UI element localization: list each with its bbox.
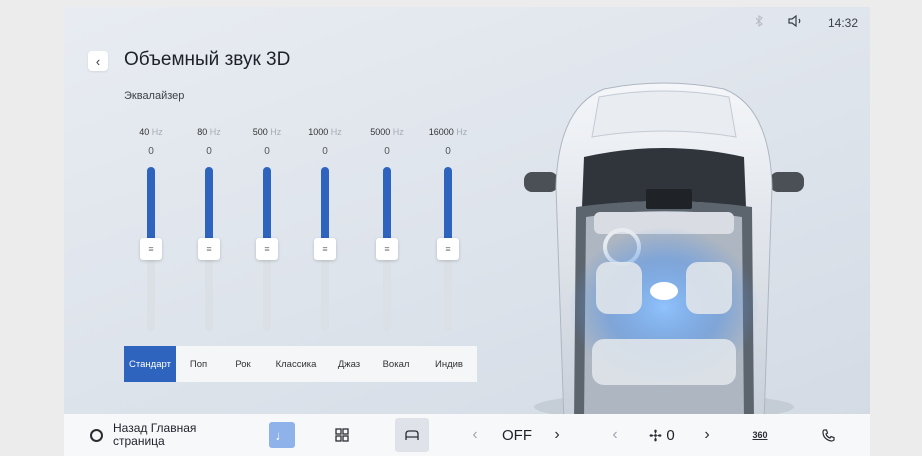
band-value: 0 — [384, 146, 390, 157]
status-bar: 14:32 — [754, 14, 858, 30]
preset-pop[interactable]: Поп — [176, 346, 221, 382]
grid-icon — [335, 428, 349, 442]
vehicle-button[interactable] — [395, 414, 429, 456]
back-button[interactable]: ‹ — [88, 51, 108, 71]
ac-prev-button[interactable]: ‹ — [468, 414, 482, 456]
band-slider-handle[interactable]: ≡ — [376, 238, 398, 260]
view-360-icon: 360 — [752, 430, 768, 440]
car-top-view-illustration — [514, 77, 814, 423]
band-frequency: 1000 Hz — [308, 127, 342, 137]
band-slider-fill — [444, 167, 452, 249]
home-button[interactable]: Назад Главная страница — [90, 414, 196, 456]
eq-band-40: 40 Hz 0 ≡ — [126, 127, 176, 337]
preset-jazz[interactable]: Джаз — [327, 346, 371, 382]
eq-band-5000: 5000 Hz 0 ≡ — [362, 127, 412, 337]
preset-custom[interactable]: Индив — [421, 346, 477, 382]
band-slider-fill — [205, 167, 213, 249]
section-label: Эквалайзер — [124, 90, 185, 102]
band-slider-fill — [321, 167, 329, 249]
chevron-left-icon: ‹ — [95, 53, 101, 69]
music-note-icon: ♩ — [269, 422, 295, 448]
band-slider-handle[interactable]: ≡ — [256, 238, 278, 260]
seat-icon — [395, 418, 429, 452]
band-slider-fill — [147, 167, 155, 249]
preset-vocal[interactable]: Вокал — [371, 346, 421, 382]
ac-next-button[interactable]: › — [550, 414, 564, 456]
eq-band-500: 500 Hz 0 ≡ — [242, 127, 292, 337]
phone-button[interactable] — [820, 414, 836, 456]
eq-band-16000: 16000 Hz 0 ≡ — [423, 127, 473, 337]
clock: 14:32 — [827, 15, 858, 30]
band-slider-fill — [383, 167, 391, 249]
band-slider-handle[interactable]: ≡ — [198, 238, 220, 260]
band-frequency: 16000 Hz — [428, 127, 468, 137]
bottom-bar: Назад Главная страница ♩ ‹ OFF › ‹ 0 › 3… — [64, 414, 870, 456]
band-slider-handle[interactable]: ≡ — [314, 238, 336, 260]
preset-standard[interactable]: Стандарт — [124, 346, 176, 382]
band-slider-handle[interactable]: ≡ — [140, 238, 162, 260]
chevron-left-icon: ‹ — [472, 426, 478, 443]
band-frequency: 500 Hz — [252, 127, 282, 137]
home-circle-icon — [90, 428, 103, 442]
fan-next-button[interactable]: › — [700, 414, 714, 456]
band-value: 0 — [445, 146, 451, 157]
view-360-button[interactable]: 360 — [748, 414, 772, 456]
equalizer: 40 Hz 0 ≡ 80 Hz 0 ≡ 500 Hz 0 ≡ 1000 Hz 0… — [126, 127, 486, 337]
fan-prev-button[interactable]: ‹ — [608, 414, 622, 456]
band-value: 0 — [264, 146, 270, 157]
band-slider-fill — [263, 167, 271, 249]
eq-band-1000: 1000 Hz 0 ≡ — [300, 127, 350, 337]
band-slider-handle[interactable]: ≡ — [437, 238, 459, 260]
chevron-right-icon: › — [704, 426, 710, 443]
music-button[interactable]: ♩ — [269, 414, 295, 456]
preset-rock[interactable]: Рок — [221, 346, 265, 382]
preset-selector: Стандарт Поп Рок Классика Джаз Вокал Инд… — [124, 346, 477, 382]
band-frequency: 5000 Hz — [370, 127, 404, 137]
fan-icon — [649, 429, 662, 441]
infotainment-screen: 14:32 ‹ Объемный звук 3D Эквалайзер 40 H… — [64, 7, 870, 456]
bluetooth-icon — [754, 14, 764, 30]
chevron-left-icon: ‹ — [612, 426, 618, 443]
band-frequency: 40 Hz — [139, 127, 163, 137]
band-frequency: 80 Hz — [197, 127, 221, 137]
fan-speed: 0 — [644, 414, 680, 456]
preset-classic[interactable]: Классика — [265, 346, 327, 382]
phone-icon — [821, 428, 835, 442]
ac-status: OFF — [502, 426, 532, 444]
band-value: 0 — [148, 146, 154, 157]
volume-icon[interactable] — [788, 14, 804, 30]
chevron-right-icon: › — [554, 426, 560, 443]
apps-button[interactable] — [329, 414, 355, 456]
band-value: 0 — [206, 146, 212, 157]
page-title: Объемный звук 3D — [124, 49, 291, 70]
home-label: Назад Главная страница — [113, 421, 197, 448]
band-value: 0 — [322, 146, 328, 157]
eq-band-80: 80 Hz 0 ≡ — [184, 127, 234, 337]
